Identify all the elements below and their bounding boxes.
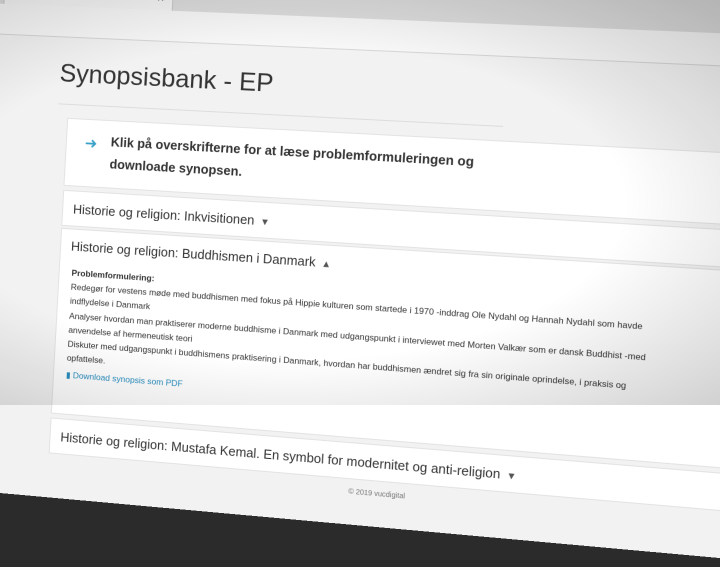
- screen: synopser × Synopsisbank - EP ➜ Klik på o…: [0, 0, 720, 567]
- info-text: Klik på overskrifterne for at læse probl…: [109, 135, 475, 179]
- download-label: Download synopsis som PDF: [72, 370, 183, 390]
- accordion-title: Historie og religion: Inkvisitionen: [72, 202, 255, 228]
- arrow-right-icon: ➜: [84, 134, 98, 153]
- tab-title: synopser: [14, 0, 63, 1]
- browser-window: synopser × Synopsisbank - EP ➜ Klik på o…: [0, 0, 720, 567]
- chevron-down-icon: ▾: [508, 469, 515, 483]
- file-pdf-icon: ▮: [65, 370, 71, 381]
- page-title: Synopsisbank - EP: [58, 59, 275, 98]
- chevron-down-icon: ▾: [261, 215, 269, 229]
- accordion-title: Historie og religion: Buddhismen i Danma…: [70, 239, 316, 270]
- footer-text: © 2019 vucdigital: [348, 488, 406, 501]
- page-content: Synopsisbank - EP ➜ Klik på overskrifter…: [0, 33, 720, 567]
- chevron-up-icon: ▴: [322, 257, 330, 271]
